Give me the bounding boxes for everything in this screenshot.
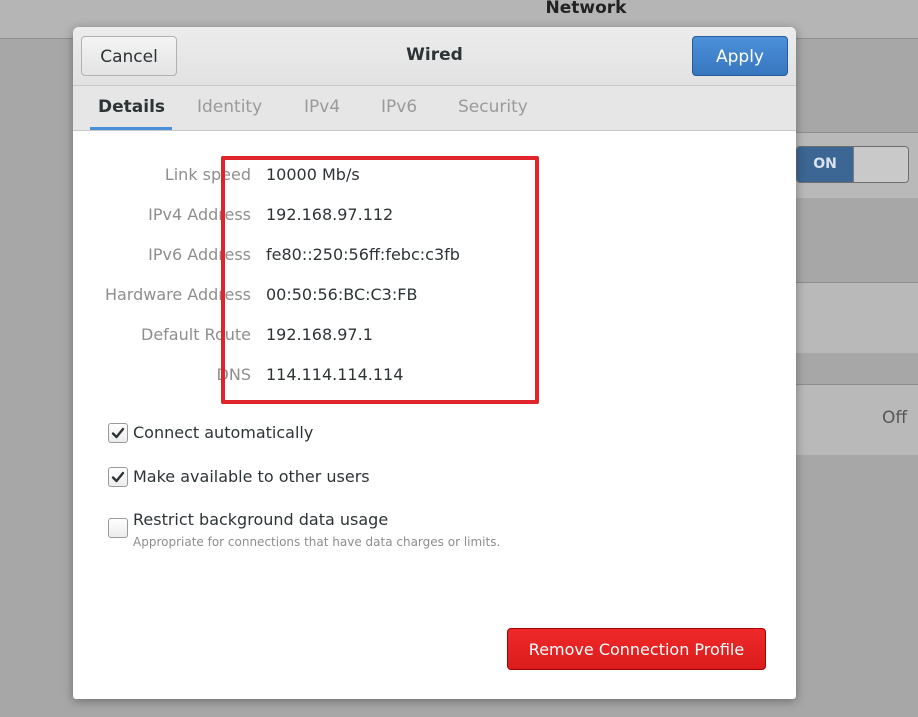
background-window-title: Network [545, 0, 627, 18]
switch-knob [853, 147, 908, 182]
highlight-annotation-box [221, 156, 539, 404]
tab-ipv4[interactable]: IPv4 [304, 97, 340, 117]
connect-automatically-checkbox[interactable] [108, 423, 128, 443]
tab-details[interactable]: Details [98, 97, 165, 117]
tab-identity[interactable]: Identity [197, 97, 262, 117]
switch-on-label: ON [797, 147, 853, 182]
wired-settings-dialog: Cancel Wired Apply Details Identity IPv4… [73, 27, 796, 699]
dialog-header: Cancel Wired Apply [73, 27, 796, 85]
available-to-others-checkbox[interactable] [108, 467, 128, 487]
tab-bar: Details Identity IPv4 IPv6 Security [73, 85, 796, 131]
restrict-background-checkbox[interactable] [108, 518, 128, 538]
checkmark-icon [111, 427, 125, 439]
background-off-label: Off [882, 408, 908, 428]
restrict-background-description: Appropriate for connections that have da… [133, 535, 501, 549]
checkmark-icon [111, 471, 125, 483]
remove-connection-profile-button[interactable]: Remove Connection Profile [507, 628, 766, 670]
dialog-title: Wired [406, 45, 463, 65]
active-tab-indicator [90, 127, 172, 130]
background-panel-row [796, 282, 918, 353]
tab-security[interactable]: Security [458, 97, 528, 117]
apply-button[interactable]: Apply [692, 36, 788, 76]
connect-automatically-label[interactable]: Connect automatically [133, 423, 313, 442]
restrict-background-label[interactable]: Restrict background data usage [133, 510, 388, 529]
background-on-switch[interactable]: ON [796, 146, 909, 183]
tab-ipv6[interactable]: IPv6 [381, 97, 417, 117]
available-to-others-label[interactable]: Make available to other users [133, 467, 370, 486]
